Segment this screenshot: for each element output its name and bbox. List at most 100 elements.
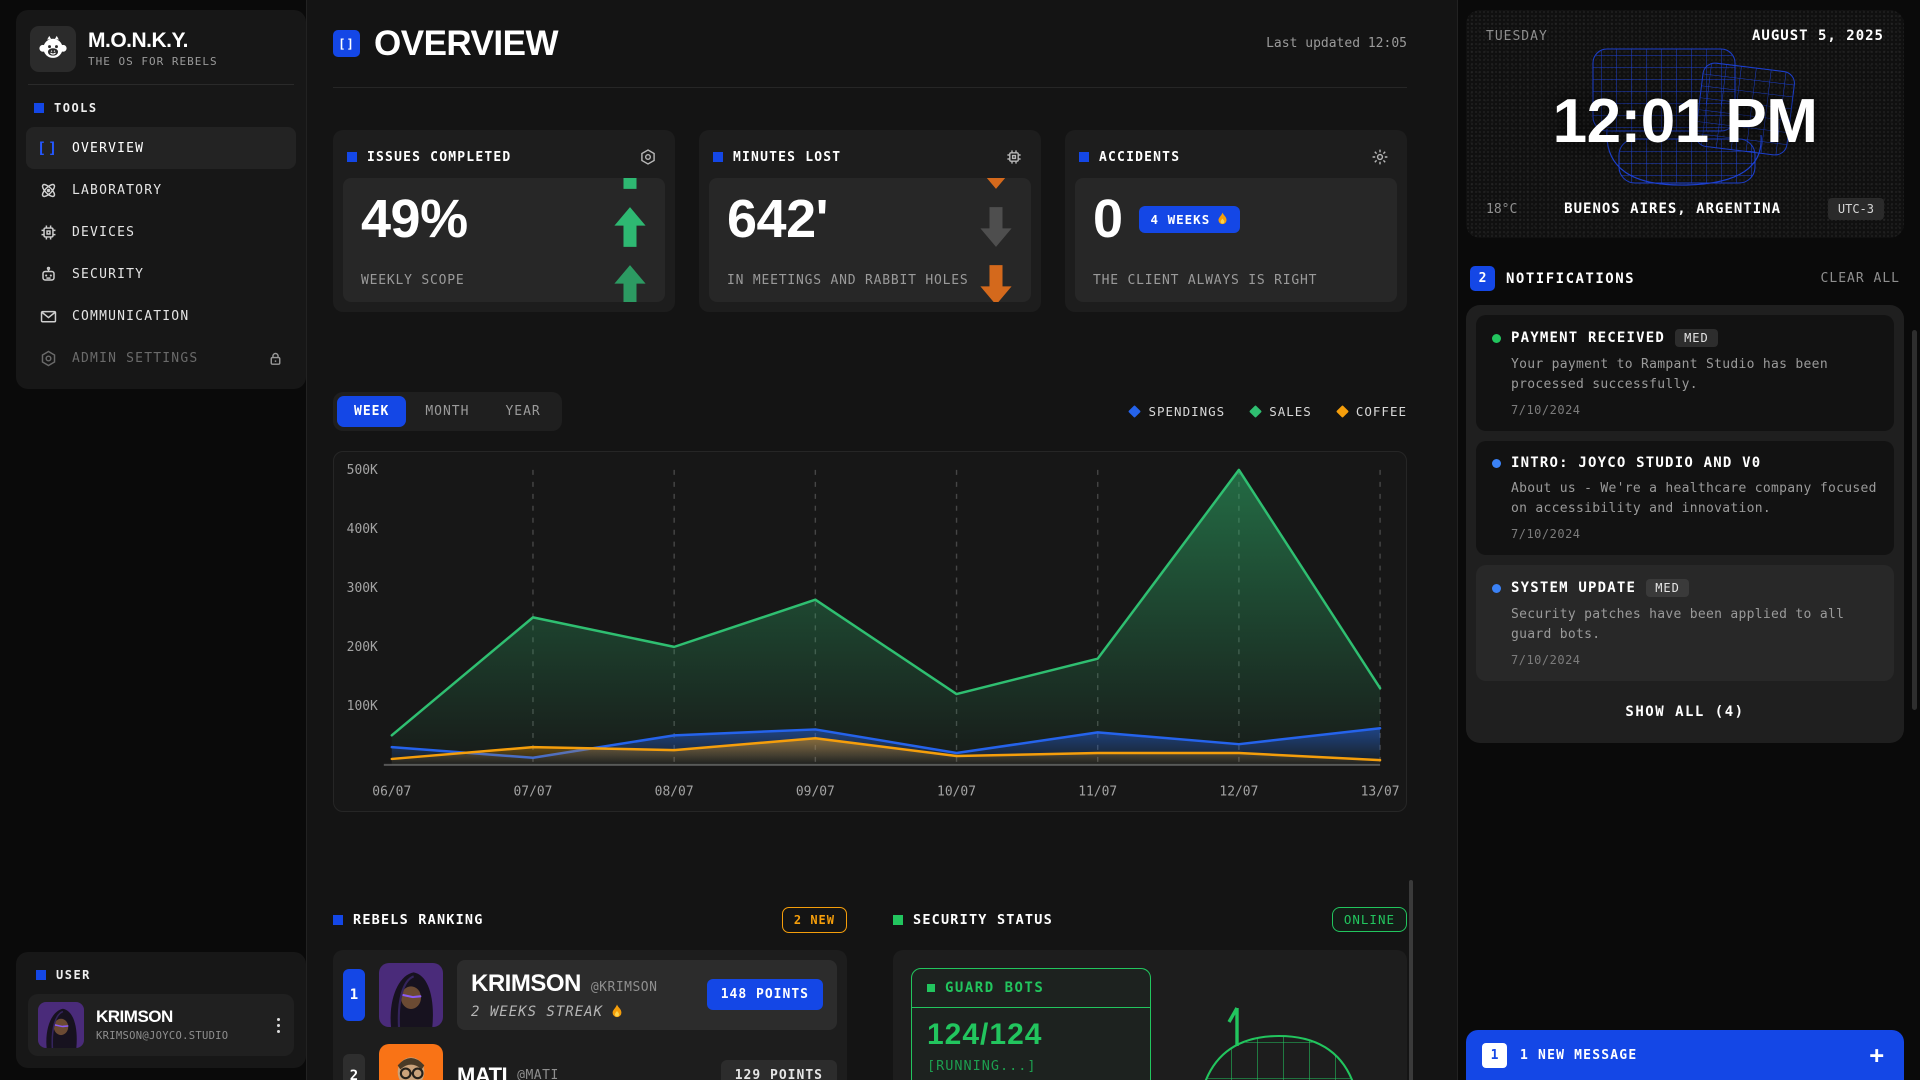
stat-caption: WEEKLY SCOPE bbox=[361, 273, 647, 288]
sidebar-nav-card: M.O.N.K.Y. THE OS FOR REBELS TOOLS [] OV… bbox=[16, 10, 306, 389]
user-name: KRIMSON bbox=[96, 1008, 228, 1027]
status-dot-icon bbox=[1492, 459, 1501, 468]
main-scrollbar[interactable] bbox=[1409, 880, 1413, 1080]
ranking-row-2[interactable]: 2 MATI @MATI 129 POINTS bbox=[343, 1044, 837, 1080]
stat-body: 0 4 WEEKS THE CLIENT ALWAYS IS RIGHT bbox=[1075, 178, 1397, 302]
diamond-swatch-icon bbox=[1129, 405, 1142, 418]
guard-bots-count: 124/124 bbox=[927, 1018, 1135, 1052]
app-tagline: THE OS FOR REBELS bbox=[88, 55, 218, 68]
rank-handle: @MATI bbox=[517, 1068, 559, 1080]
security-status-section: SECURITY STATUS ONLINE GUARD BOTS 124/12… bbox=[893, 904, 1407, 1080]
notification-date: 7/10/2024 bbox=[1511, 403, 1878, 417]
tools-label-text: TOOLS bbox=[54, 101, 98, 115]
robot-icon bbox=[38, 265, 58, 284]
burst-icon[interactable] bbox=[1369, 146, 1391, 168]
clock-date: AUGUST 5, 2025 bbox=[1752, 28, 1884, 44]
right-panel: TUESDAY AUGUST 5, 2025 12:01 PM 18°C BUE… bbox=[1458, 0, 1920, 1080]
sidebar-item-admin-settings[interactable]: ADMIN SETTINGS bbox=[26, 337, 296, 379]
rank-name: KRIMSON bbox=[471, 970, 581, 998]
chart-controls: WEEK MONTH YEAR SPENDINGS SALES COFFEE bbox=[333, 392, 1407, 431]
hex-nut-icon[interactable] bbox=[637, 146, 659, 168]
notifications-title: NOTIFICATIONS bbox=[1506, 271, 1635, 287]
sidebar-item-label: SECURITY bbox=[72, 267, 144, 282]
priority-chip: MED bbox=[1675, 329, 1718, 347]
legend-spendings[interactable]: SPENDINGS bbox=[1130, 404, 1225, 419]
svg-text:200K: 200K bbox=[347, 640, 378, 655]
tab-year[interactable]: YEAR bbox=[488, 396, 557, 427]
location: BUENOS AIRES, ARGENTINA bbox=[1517, 201, 1828, 217]
diamond-swatch-icon bbox=[1336, 405, 1349, 418]
svg-text:11/07: 11/07 bbox=[1078, 785, 1117, 800]
rank-badge: 2 bbox=[343, 1054, 365, 1080]
tab-month[interactable]: MONTH bbox=[408, 396, 486, 427]
stat-value: 642' bbox=[727, 192, 1013, 246]
stat-caption: THE CLIENT ALWAYS IS RIGHT bbox=[1093, 273, 1379, 288]
chart-legend: SPENDINGS SALES COFFEE bbox=[1130, 404, 1407, 419]
weekly-metrics-chart: 100K200K300K400K500K06/0707/0708/0709/07… bbox=[333, 451, 1407, 812]
priority-chip: MED bbox=[1646, 579, 1689, 597]
tab-week[interactable]: WEEK bbox=[337, 396, 406, 427]
ranking-row-1[interactable]: 1 KRIMSON @KRIMSON 2 WEEKS bbox=[343, 960, 837, 1030]
svg-text:08/07: 08/07 bbox=[655, 785, 694, 800]
rank-info: MATI @MATI 129 POINTS bbox=[457, 1060, 837, 1080]
guard-bots-body: 124/124 [RUNNING...] bbox=[912, 1008, 1150, 1080]
message-bar[interactable]: 1 1 NEW MESSAGE + bbox=[1466, 1030, 1904, 1080]
notification-payment-received[interactable]: PAYMENT RECEIVED MED Your payment to Ram… bbox=[1476, 315, 1894, 431]
clock-header: TUESDAY AUGUST 5, 2025 bbox=[1486, 28, 1884, 44]
status-dot-icon bbox=[1492, 584, 1501, 593]
svg-text:400K: 400K bbox=[347, 522, 378, 537]
ranking-title: REBELS RANKING bbox=[353, 912, 484, 928]
sidebar-item-laboratory[interactable]: LABORATORY bbox=[26, 169, 296, 211]
show-all-button[interactable]: SHOW ALL (4) bbox=[1476, 691, 1894, 733]
diamond-swatch-icon bbox=[1249, 405, 1262, 418]
lock-icon bbox=[267, 350, 284, 367]
bullet-square bbox=[893, 915, 903, 925]
legend-label: COFFEE bbox=[1356, 404, 1407, 419]
bullet-square bbox=[34, 103, 44, 113]
sidebar-item-label: COMMUNICATION bbox=[72, 309, 189, 324]
user-profile[interactable]: KRIMSON KRIMSON@JOYCO.STUDIO bbox=[28, 994, 294, 1056]
stat-title: ISSUES COMPLETED bbox=[367, 150, 511, 165]
user-email: KRIMSON@JOYCO.STUDIO bbox=[96, 1030, 228, 1042]
flame-icon bbox=[1217, 212, 1228, 226]
sidebar-user-card: USER KRIMSON KRIMSON@JOYCO.STUDIO bbox=[16, 952, 306, 1068]
sidebar-item-devices[interactable]: DEVICES bbox=[26, 211, 296, 253]
app-title-block: M.O.N.K.Y. THE OS FOR REBELS bbox=[88, 30, 218, 68]
clock-footer: 18°C BUENOS AIRES, ARGENTINA UTC-3 bbox=[1486, 198, 1884, 220]
status-dot-icon bbox=[1492, 334, 1501, 343]
monkey-icon bbox=[30, 26, 76, 72]
notification-title: PAYMENT RECEIVED bbox=[1511, 330, 1665, 346]
notification-date: 7/10/2024 bbox=[1511, 527, 1878, 541]
svg-text:13/07: 13/07 bbox=[1361, 785, 1400, 800]
notification-body: Security patches have been applied to al… bbox=[1511, 605, 1878, 644]
message-count-badge: 1 bbox=[1482, 1043, 1507, 1068]
sidebar-item-security[interactable]: SECURITY bbox=[26, 253, 296, 295]
right-panel-scrollbar[interactable] bbox=[1912, 330, 1917, 710]
ranking-list: 1 KRIMSON @KRIMSON 2 WEEKS bbox=[333, 950, 847, 1080]
sidebar-item-overview[interactable]: [] OVERVIEW bbox=[26, 127, 296, 169]
clear-all-button[interactable]: CLEAR ALL bbox=[1821, 271, 1900, 286]
chip-icon bbox=[38, 223, 58, 242]
plus-icon[interactable]: + bbox=[1866, 1043, 1888, 1067]
chip-icon[interactable] bbox=[1003, 146, 1025, 168]
app-root: M.O.N.K.Y. THE OS FOR REBELS TOOLS [] OV… bbox=[0, 0, 1920, 1080]
legend-sales[interactable]: SALES bbox=[1251, 404, 1312, 419]
avatar bbox=[38, 1002, 84, 1048]
notification-system-update[interactable]: SYSTEM UPDATE MED Security patches have … bbox=[1476, 565, 1894, 681]
rank-info-card: KRIMSON @KRIMSON 2 WEEKS STREAK 148 POIN… bbox=[457, 960, 837, 1030]
kebab-menu-icon[interactable] bbox=[273, 1014, 284, 1037]
trend-down-arrows-icon bbox=[979, 178, 1013, 302]
app-logo: M.O.N.K.Y. THE OS FOR REBELS bbox=[26, 20, 296, 82]
notification-body: Your payment to Rampant Studio has been … bbox=[1511, 355, 1878, 394]
clock-day: TUESDAY bbox=[1486, 29, 1548, 44]
legend-coffee[interactable]: COFFEE bbox=[1338, 404, 1407, 419]
points-badge: 148 POINTS bbox=[707, 979, 823, 1010]
rank-name: MATI bbox=[457, 1063, 507, 1080]
svg-text:300K: 300K bbox=[347, 581, 378, 596]
bullet-square bbox=[36, 970, 46, 980]
stat-card-accidents: ACCIDENTS 0 4 WEEKS THE CLIENT ALWAYS IS… bbox=[1065, 130, 1407, 312]
sidebar-item-communication[interactable]: COMMUNICATION bbox=[26, 295, 296, 337]
security-card: GUARD BOTS 124/124 [RUNNING...] FIREWALL bbox=[893, 950, 1407, 1080]
notification-intro-joyco[interactable]: INTRO: JOYCO STUDIO AND V0 About us - We… bbox=[1476, 441, 1894, 555]
rank-streak: 2 WEEKS STREAK bbox=[471, 1004, 657, 1020]
